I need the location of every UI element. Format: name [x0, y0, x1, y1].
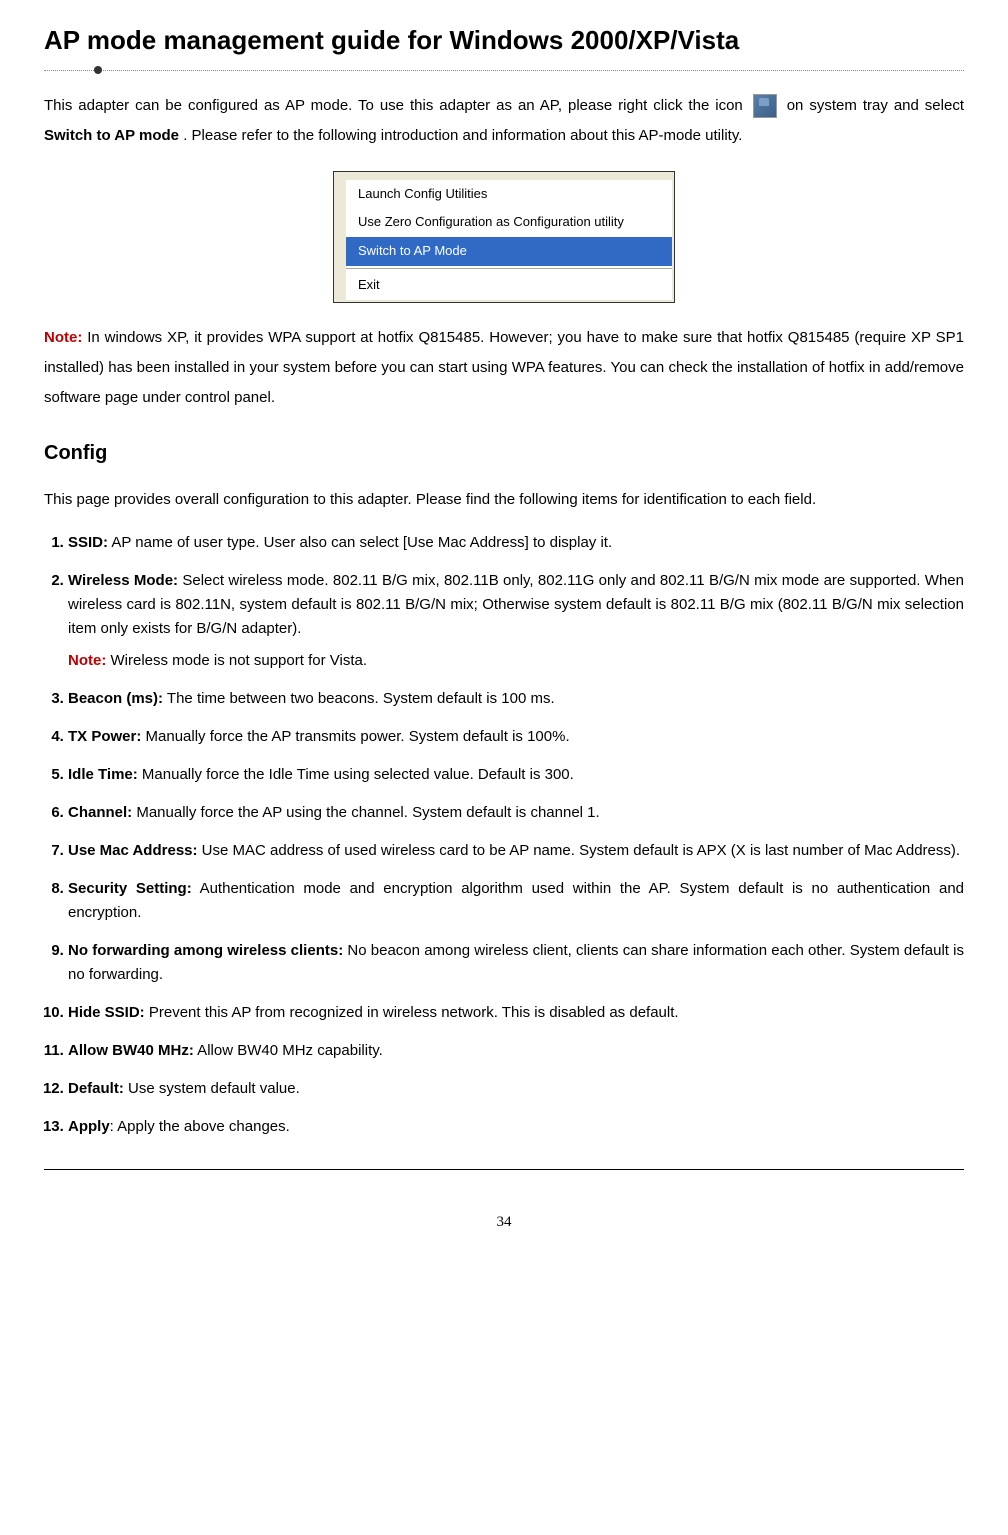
config-item-label: Wireless Mode: — [68, 572, 178, 589]
config-item-label: Beacon (ms): — [68, 690, 163, 707]
config-item-label: Idle Time: — [68, 766, 138, 783]
config-item-text: Manually force the AP transmits power. S… — [141, 728, 569, 745]
page-title: AP mode management guide for Windows 200… — [44, 20, 964, 62]
note-text: In windows XP, it provides WPA support a… — [44, 329, 964, 406]
menu-item-zeroconfig: Use Zero Configuration as Configuration … — [346, 208, 672, 237]
config-item-label: Default: — [68, 1080, 124, 1097]
config-item-beacon: Beacon (ms): The time between two beacon… — [68, 687, 964, 711]
config-item-label: Allow BW40 MHz: — [68, 1042, 194, 1059]
config-item-label: Hide SSID: — [68, 1004, 145, 1021]
intro-bold: Switch to AP mode — [44, 127, 179, 144]
page-number: 34 — [44, 1210, 964, 1234]
footer-line — [44, 1169, 964, 1170]
config-item-text: Select wireless mode. 802.11 B/G mix, 80… — [68, 572, 964, 637]
config-item-ssid: SSID: AP name of user type. User also ca… — [68, 531, 964, 555]
config-item-wireless-mode: Wireless Mode: Select wireless mode. 802… — [68, 569, 964, 673]
intro-text-1: This adapter can be configured as AP mod… — [44, 97, 749, 114]
config-item-text: Manually force the Idle Time using selec… — [138, 766, 574, 783]
config-item-txpower: TX Power: Manually force the AP transmit… — [68, 725, 964, 749]
config-description: This page provides overall configuration… — [44, 485, 964, 515]
config-item-text: Manually force the AP using the channel.… — [132, 804, 600, 821]
config-item-bw40: Allow BW40 MHz: Allow BW40 MHz capabilit… — [68, 1039, 964, 1063]
config-item-text: Use system default value. — [124, 1080, 300, 1097]
config-item-label: TX Power: — [68, 728, 141, 745]
menu-item-launch: Launch Config Utilities — [346, 180, 672, 209]
config-item-idletime: Idle Time: Manually force the Idle Time … — [68, 763, 964, 787]
intro-text-2: on system tray and select — [787, 97, 964, 114]
config-item-apply: Apply: Apply the above changes. — [68, 1115, 964, 1139]
note-paragraph: Note: In windows XP, it provides WPA sup… — [44, 323, 964, 413]
title-underline — [44, 70, 964, 71]
menu-separator — [346, 268, 672, 269]
config-item-text: AP name of user type. User also can sele… — [108, 534, 612, 551]
config-item-hidessid: Hide SSID: Prevent this AP from recogniz… — [68, 1001, 964, 1025]
config-item-text: Authentication mode and encryption algor… — [68, 880, 964, 921]
note-label: Note: — [44, 329, 82, 346]
config-item-label: Security Setting: — [68, 880, 192, 897]
config-item-label: SSID: — [68, 534, 108, 551]
config-item-noforwarding: No forwarding among wireless clients: No… — [68, 939, 964, 987]
context-menu-screenshot: Launch Config Utilities Use Zero Configu… — [333, 171, 675, 303]
systray-icon — [753, 94, 777, 118]
config-item-text: Allow BW40 MHz capability. — [194, 1042, 383, 1059]
config-item-security: Security Setting: Authentication mode an… — [68, 877, 964, 925]
menu-item-exit: Exit — [346, 271, 672, 300]
config-item-channel: Channel: Manually force the AP using the… — [68, 801, 964, 825]
config-item-label: Apply — [68, 1118, 110, 1135]
config-item-note-text: Wireless mode is not support for Vista. — [106, 652, 367, 669]
menu-item-switch-ap: Switch to AP Mode — [346, 237, 672, 266]
config-item-label: Use Mac Address: — [68, 842, 198, 859]
config-item-macaddress: Use Mac Address: Use MAC address of used… — [68, 839, 964, 863]
intro-text-3: . Please refer to the following introduc… — [183, 127, 742, 144]
config-item-label: No forwarding among wireless clients: — [68, 942, 343, 959]
config-item-label: Channel: — [68, 804, 132, 821]
config-item-text: The time between two beacons. System def… — [163, 690, 555, 707]
config-item-text: Prevent this AP from recognized in wirel… — [145, 1004, 679, 1021]
config-list: SSID: AP name of user type. User also ca… — [44, 531, 964, 1139]
config-item-default: Default: Use system default value. — [68, 1077, 964, 1101]
intro-paragraph: This adapter can be configured as AP mod… — [44, 91, 964, 151]
config-item-text: : Apply the above changes. — [110, 1118, 290, 1135]
config-item-note-label: Note: — [68, 652, 106, 669]
config-item-text: Use MAC address of used wireless card to… — [198, 842, 961, 859]
config-heading: Config — [44, 437, 964, 469]
